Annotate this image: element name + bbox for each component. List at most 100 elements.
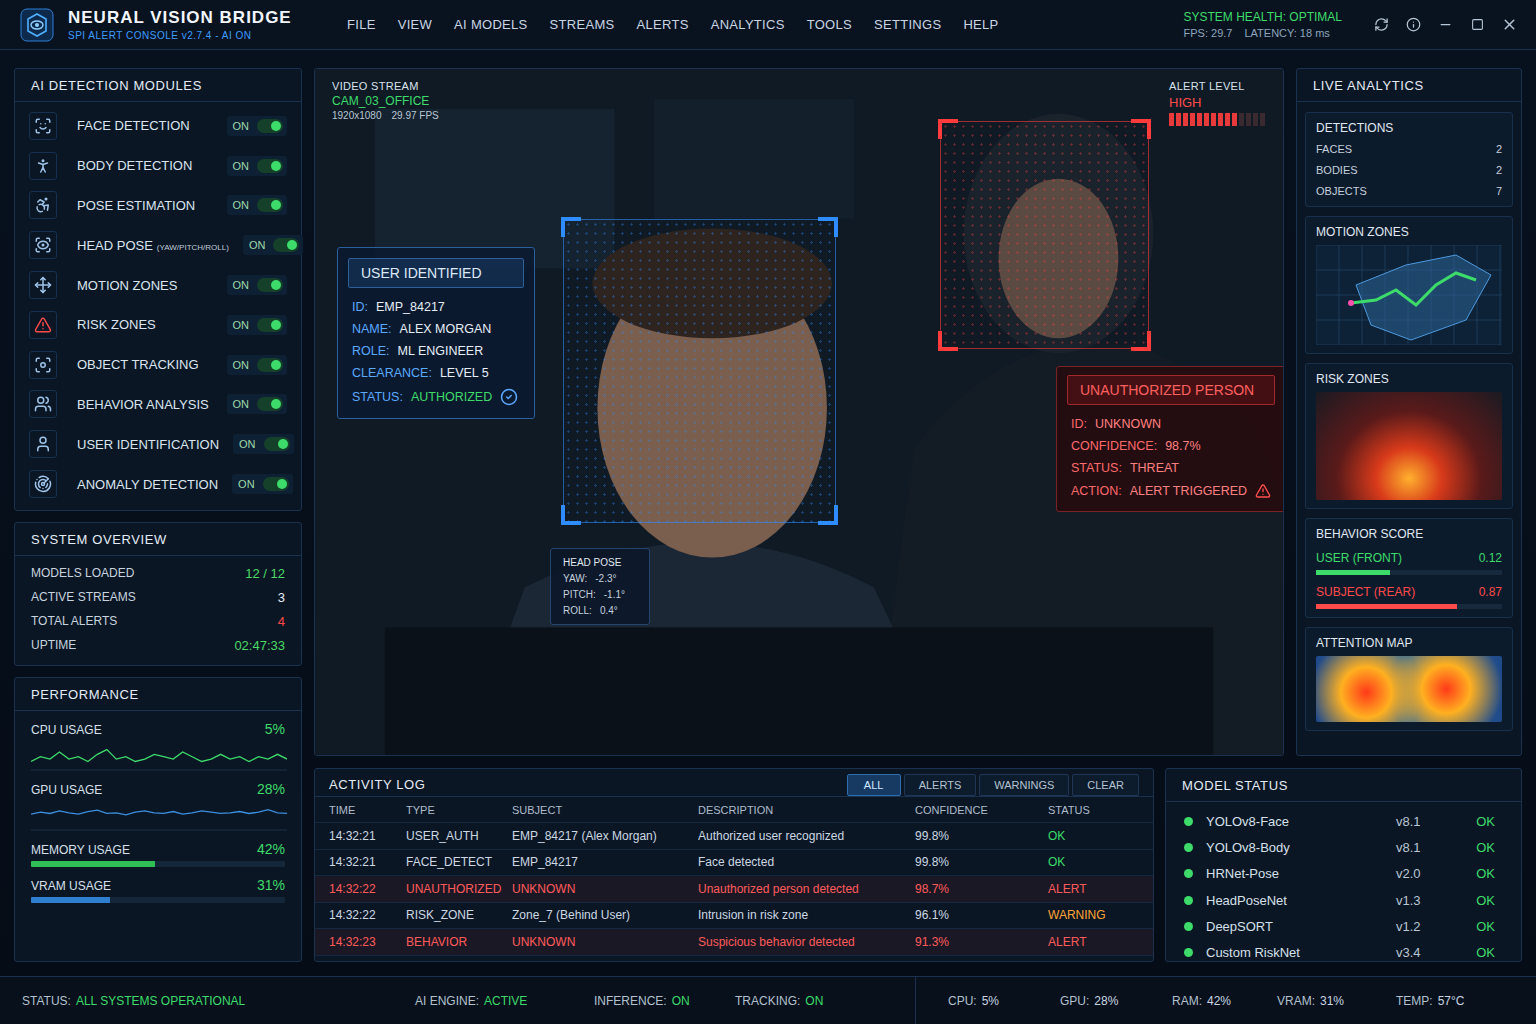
status-item: RAM:42% [1172, 994, 1277, 1008]
model-row: Custom RiskNetv3.4OK [1166, 939, 1521, 965]
analytics-panel: LIVE ANALYTICSDETECTIONSFACES2BODIES2OBJ… [1296, 68, 1522, 756]
menu-item[interactable]: HELP [963, 17, 998, 32]
module-icon [29, 470, 57, 498]
info-icon [1406, 17, 1421, 32]
status-dot [1184, 843, 1193, 852]
behavior-card: BEHAVIOR SCOREUSER (FRONT)0.12SUBJECT (R… [1305, 518, 1513, 618]
module-label: BODY DETECTION [77, 158, 213, 173]
behavior-row: SUBJECT (REAR)0.87 [1316, 585, 1502, 609]
minimize-icon [1438, 17, 1453, 32]
threat-card: UNAUTHORIZED PERSONID:UNKNOWNCONFIDENCE:… [1056, 366, 1284, 512]
module-toggle[interactable]: ON [227, 156, 288, 176]
module-label: HEAD POSE(YAW/PITCH/ROLL) [77, 238, 229, 253]
module-icon [34, 356, 52, 374]
module-row: ANOMALY DETECTIONON [29, 464, 287, 504]
maximize-button[interactable] [1468, 16, 1486, 34]
refresh-button[interactable] [1372, 16, 1390, 34]
module-icon [29, 191, 57, 219]
filter-button[interactable]: ALL [847, 774, 901, 796]
menu-item[interactable]: VIEW [398, 17, 432, 32]
status-dot [1184, 896, 1193, 905]
column-header: TIME [329, 804, 406, 816]
module-toggle[interactable]: ON [232, 474, 293, 494]
status-item: GPU:28% [1060, 994, 1172, 1008]
motion-card: MOTION ZONES [1305, 216, 1513, 354]
module-toggle[interactable]: ON [227, 195, 288, 215]
module-icon [29, 390, 57, 418]
filter-button[interactable]: CLEAR [1072, 774, 1139, 796]
system-health: SYSTEM HEALTH: OPTIMALFPS: 29.7LATENCY: … [1184, 10, 1342, 39]
risk-card: RISK ZONES [1305, 363, 1513, 509]
overview-row: MODELS LOADED12 / 12 [31, 564, 285, 582]
usage-chart [31, 801, 287, 831]
module-row: HEAD POSE(YAW/PITCH/ROLL)ON [29, 225, 287, 265]
detection-row: BODIES2 [1316, 162, 1502, 177]
overview-row: TOTAL ALERTS4 [31, 612, 285, 630]
info-button[interactable] [1404, 16, 1422, 34]
detection-row: FACES2 [1316, 141, 1502, 156]
module-toggle[interactable]: ON [227, 275, 288, 295]
menu-item[interactable]: FILE [347, 17, 376, 32]
module-toggle[interactable]: ON [227, 355, 288, 375]
panel-title: AI DETECTION MODULES [15, 69, 301, 102]
log-row[interactable]: 14:32:21FACE_DETECTEMP_84217Face detecte… [315, 850, 1153, 877]
model-status-panel: MODEL STATUSYOLOv8-Facev8.1OKYOLOv8-Body… [1165, 768, 1522, 962]
detection-row: OBJECTS7 [1316, 183, 1502, 198]
modules-panel: AI DETECTION MODULESFACE DETECTIONONBODY… [14, 68, 302, 511]
module-label: FACE DETECTION [77, 118, 213, 133]
menu-item[interactable]: ANALYTICS [711, 17, 785, 32]
usage-bar [31, 861, 285, 867]
module-icon [29, 430, 57, 458]
overview-row: ACTIVE STREAMS3 [31, 588, 285, 606]
intruder-face-box [940, 121, 1149, 349]
refresh-icon [1374, 17, 1389, 32]
status-dot [1184, 817, 1193, 826]
panel-title: SYSTEM OVERVIEW [15, 523, 301, 556]
close-icon [1501, 16, 1518, 33]
module-toggle[interactable]: ON [227, 394, 288, 414]
module-toggle[interactable]: ON [227, 116, 288, 136]
menu-item[interactable]: ALERTS [637, 17, 689, 32]
menu-item[interactable]: SETTINGS [874, 17, 941, 32]
panel-title: LIVE ANALYTICS [1297, 69, 1521, 102]
performance-panel: PERFORMANCECPU USAGE5%GPU USAGE28%MEMORY… [14, 677, 302, 962]
log-row[interactable]: 14:32:21USER_AUTHEMP_84217 (Alex Morgan)… [315, 823, 1153, 850]
module-label: ANOMALY DETECTION [77, 477, 218, 492]
log-row[interactable]: 14:32:22RISK_ZONEZone_7 (Behind User)Int… [315, 903, 1153, 930]
logo-icon [20, 8, 54, 42]
attention-heatmap [1316, 656, 1502, 722]
module-row: OBJECT TRACKINGON [29, 345, 287, 385]
status-dot [1184, 922, 1193, 931]
menu-item[interactable]: TOOLS [807, 17, 852, 32]
module-toggle[interactable]: ON [233, 434, 294, 454]
minimize-button[interactable] [1436, 16, 1454, 34]
column-header: DESCRIPTION [698, 804, 915, 816]
usage-chart [31, 741, 287, 771]
column-header: TYPE [406, 804, 512, 816]
menu-item[interactable]: AI MODELS [454, 17, 528, 32]
app-window: NEURAL VISION BRIDGESPI ALERT CONSOLE v2… [0, 0, 1536, 1024]
filter-button[interactable]: ALERTS [904, 774, 977, 796]
log-row[interactable]: 14:32:22UNAUTHORIZEDUNKNOWNUnauthorized … [315, 876, 1153, 903]
module-icon [29, 311, 57, 339]
menu-item[interactable]: STREAMS [550, 17, 615, 32]
module-toggle[interactable]: ON [227, 315, 288, 335]
overview-row: UPTIME02:47:33 [31, 636, 285, 654]
module-row: MOTION ZONESON [29, 265, 287, 305]
risk-map [1316, 392, 1502, 500]
module-row: POSE ESTIMATIONON [29, 186, 287, 226]
pose-row: ROLL:0.4° [563, 605, 637, 616]
attention-card: ATTENTION MAP [1305, 627, 1513, 731]
filter-button[interactable]: WARNINGS [979, 774, 1069, 796]
camera-name: CAM_03_OFFICE [332, 94, 439, 108]
app-title: NEURAL VISION BRIDGE [68, 8, 292, 28]
model-row: HeadPoseNetv1.3OK [1166, 887, 1521, 913]
module-icon [34, 276, 52, 294]
close-button[interactable] [1500, 16, 1518, 34]
module-icon [34, 316, 52, 334]
module-icon [29, 271, 57, 299]
module-toggle[interactable]: ON [243, 235, 304, 255]
title-bar: NEURAL VISION BRIDGESPI ALERT CONSOLE v2… [0, 0, 1536, 50]
log-row[interactable]: 14:32:23BEHAVIORUNKNOWNSuspicious behavi… [315, 929, 1153, 956]
module-row: BODY DETECTION ON [29, 146, 287, 186]
